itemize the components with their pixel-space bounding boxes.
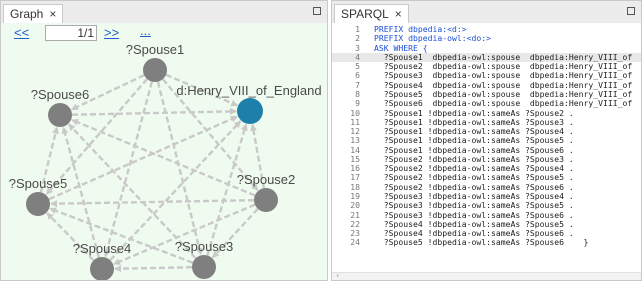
graph-panel: Graph × << 1/1 >> ... ?Spouse1 d:Henry_VII…	[0, 0, 328, 281]
graph-edge	[156, 81, 203, 256]
node-label: ?Spouse4	[73, 241, 132, 256]
node-label: ?Spouse2	[237, 172, 296, 187]
graph-svg: ?Spouse1 d:Henry_VIII_of_England ?Spouse2?…	[9, 42, 322, 281]
graph-node-spouse4[interactable]: ?Spouse4	[73, 241, 132, 281]
scroll-left-icon[interactable]: ‹	[336, 271, 339, 280]
node-label: ?Spouse1	[126, 42, 185, 57]
graph-node-spouse6[interactable]: ?Spouse6	[31, 87, 90, 127]
node-label: ?Spouse3	[175, 239, 234, 254]
sparql-editor[interactable]: 1 PREFIX dbpedia:<d:> 2 PREFIX dbpedia-owl:…	[332, 23, 641, 280]
maximize-icon[interactable]	[313, 7, 321, 15]
maximize-icon[interactable]	[627, 7, 635, 15]
node-circle[interactable]	[90, 257, 114, 281]
horizontal-scrollbar[interactable]: ‹	[332, 271, 641, 280]
graph-canvas[interactable]: << 1/1 >> ... ?Spouse1 d:Henry_VIII_of_En…	[1, 23, 327, 280]
node-circle[interactable]	[237, 98, 263, 124]
graph-edge	[206, 123, 248, 256]
graph-edge	[71, 107, 238, 116]
graph-node-spouse1[interactable]: ?Spouse1	[126, 42, 185, 82]
node-label: d:Henry_VIII_of_England	[176, 83, 321, 98]
code-line[interactable]: 24 ?Spouse5 !dbpedia-owl:sameAs ?Spouse6…	[332, 237, 641, 248]
tab-sparql-label: SPARQL	[341, 7, 389, 21]
code-text: ?Spouse5 !dbpedia-owl:sameAs ?Spouse6 }	[374, 237, 589, 248]
tab-sparql[interactable]: SPARQL ×	[334, 4, 409, 23]
graph-edge	[61, 126, 101, 258]
tab-graph-label: Graph	[10, 7, 44, 21]
node-label: ?Spouse6	[31, 87, 90, 102]
node-label: ?Spouse5	[9, 176, 68, 191]
graph-edge	[48, 115, 239, 201]
tab-graph[interactable]: Graph ×	[3, 4, 64, 23]
graph-tabbar: Graph ×	[1, 1, 327, 24]
node-circle[interactable]	[192, 255, 216, 279]
line-number: 24	[350, 237, 360, 248]
close-icon[interactable]: ×	[395, 7, 402, 21]
graph-edge	[113, 265, 193, 273]
graph-node-henry[interactable]: d:Henry_VIII_of_England	[176, 83, 322, 124]
node-circle[interactable]	[254, 188, 278, 212]
sparql-panel: SPARQL × 1 PREFIX dbpedia:<d:> 2 PREFIX dbpe…	[331, 0, 642, 281]
close-icon[interactable]: ×	[49, 7, 56, 21]
node-circle[interactable]	[26, 192, 50, 216]
node-circle[interactable]	[143, 58, 167, 82]
node-circle[interactable]	[48, 103, 72, 127]
graph-edge	[113, 203, 256, 266]
sparql-tabbar: SPARQL ×	[332, 1, 641, 24]
